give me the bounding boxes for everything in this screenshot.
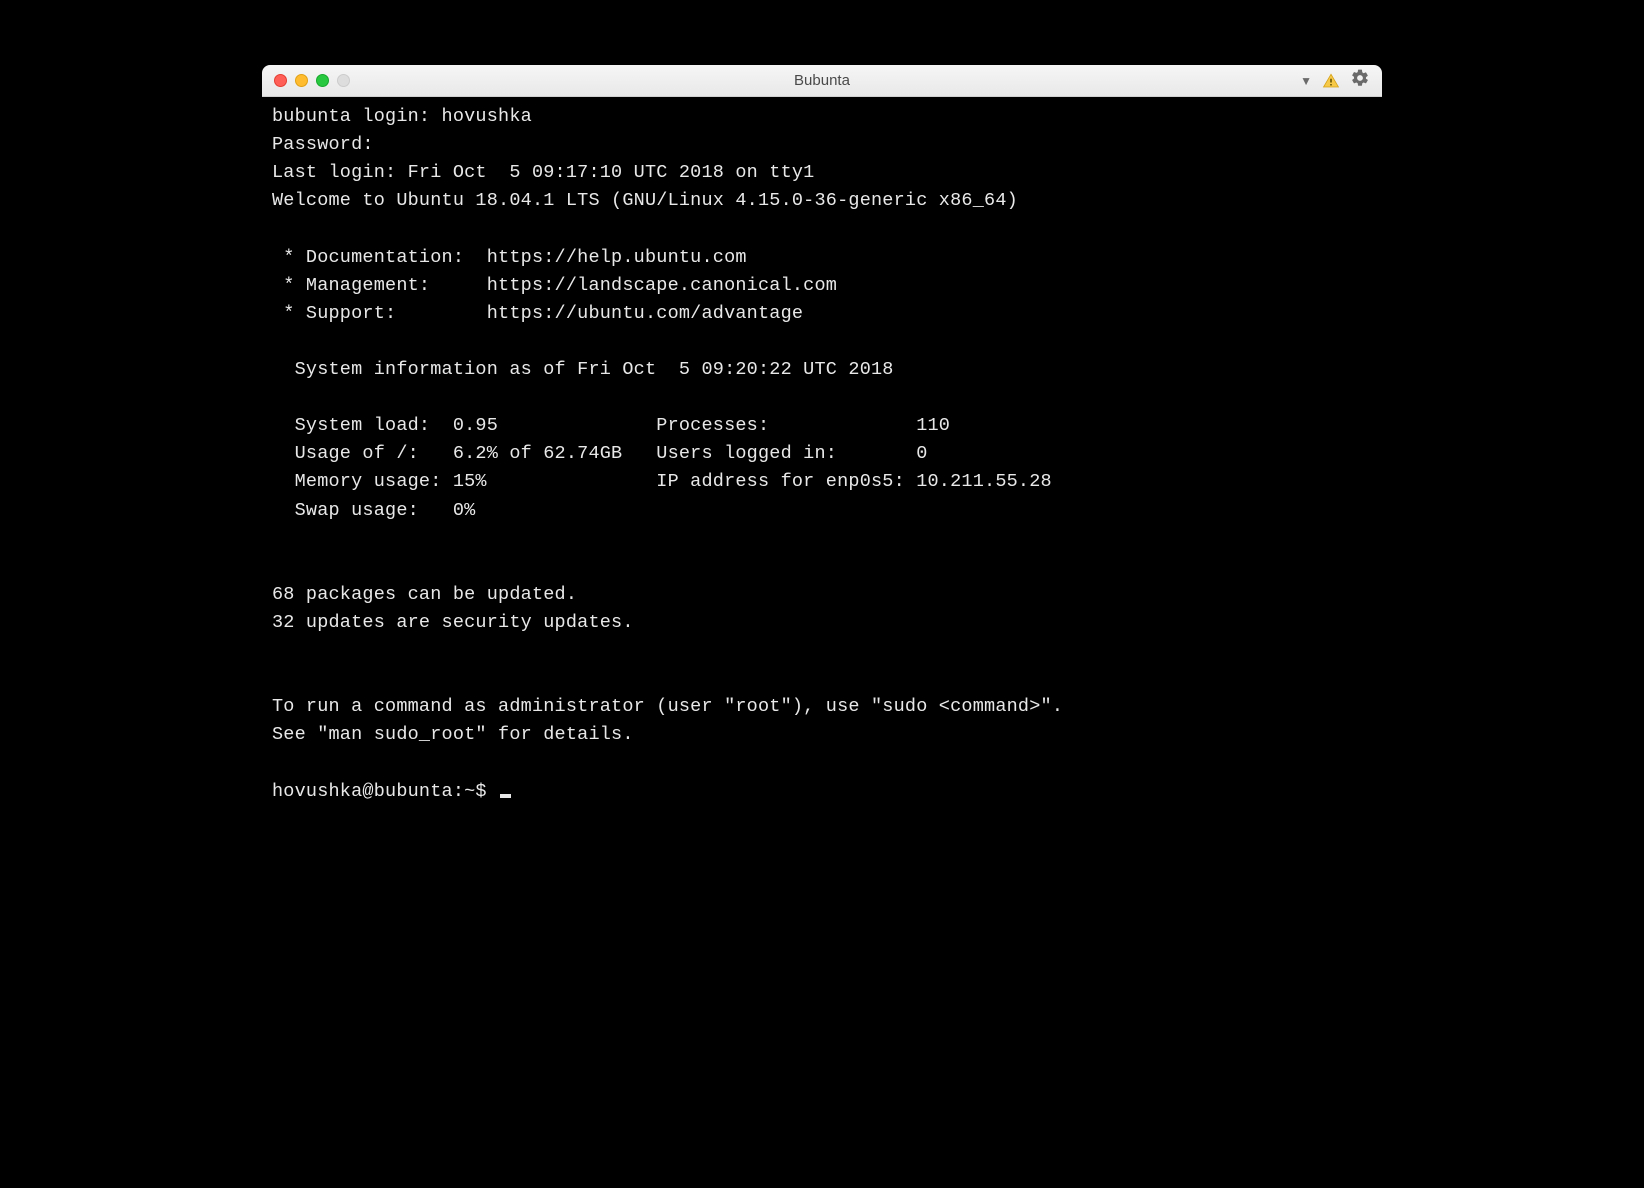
terminal-window: Bubunta ▼ bubunta login: hovushka Passwo…: [262, 65, 1382, 877]
maximize-button[interactable]: [316, 74, 329, 87]
shell-prompt: hovushka@bubunta:~$: [272, 781, 498, 802]
terminal-lines: bubunta login: hovushka Password: Last l…: [272, 106, 1063, 745]
inactive-button: [337, 74, 350, 87]
chevron-down-icon[interactable]: ▼: [1300, 74, 1312, 88]
terminal-output[interactable]: bubunta login: hovushka Password: Last l…: [262, 97, 1382, 877]
window-title: Bubunta: [794, 72, 850, 89]
titlebar-controls: ▼: [1300, 68, 1370, 93]
traffic-lights: [274, 74, 350, 87]
warning-icon[interactable]: [1322, 72, 1340, 90]
titlebar[interactable]: Bubunta ▼: [262, 65, 1382, 97]
gear-icon[interactable]: [1350, 68, 1370, 93]
minimize-button[interactable]: [295, 74, 308, 87]
close-button[interactable]: [274, 74, 287, 87]
cursor: [500, 794, 511, 798]
